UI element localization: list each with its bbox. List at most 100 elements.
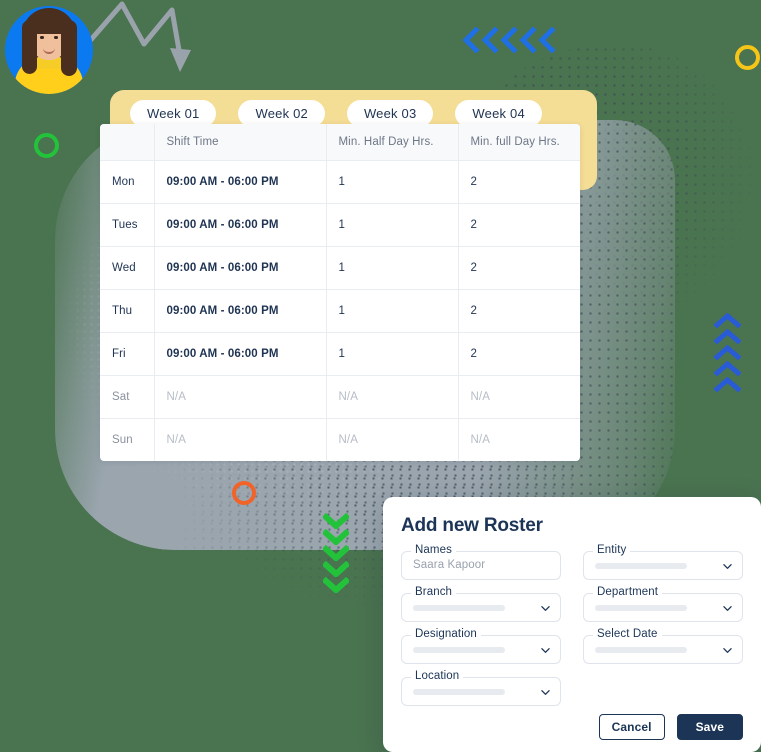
panel-actions: Cancel Save: [598, 714, 743, 740]
table-row[interactable]: Fri 09:00 AM - 06:00 PM 1 2: [100, 332, 580, 376]
chevron-down-icon: [323, 529, 349, 545]
avatar: [5, 6, 93, 94]
designation-label: Designation: [411, 628, 481, 640]
chevron-down-icon: [541, 606, 550, 611]
cell-day: Sat: [100, 375, 155, 419]
designation-placeholder-bar: [413, 647, 505, 653]
cell-shift: N/A: [154, 375, 327, 419]
names-value: Saara Kapoor: [413, 559, 486, 571]
chevron-left-icon: [500, 27, 518, 53]
table-header-row: Shift Time Min. Half Day Hrs. Min. full …: [100, 124, 580, 161]
names-label: Names: [411, 544, 456, 556]
yellow-circle-marker: [735, 45, 760, 70]
orange-circle-marker: [232, 481, 256, 505]
cell-half: 1: [326, 203, 459, 247]
avatar-eye-right: [54, 36, 58, 39]
table-row[interactable]: Wed 09:00 AM - 06:00 PM 1 2: [100, 246, 580, 290]
cancel-button[interactable]: Cancel: [598, 714, 665, 740]
page-title: Add new Roster: [401, 515, 543, 536]
cell-full: 2: [458, 289, 580, 333]
chevron-up-icon: [714, 329, 741, 344]
cell-full: 2: [458, 160, 580, 204]
avatar-hair-left: [22, 20, 37, 74]
tab-week-01[interactable]: Week 01: [130, 100, 217, 127]
save-button[interactable]: Save: [676, 714, 743, 740]
department-select[interactable]: Department: [583, 586, 743, 622]
zigzag-arrow-icon: [80, 1, 191, 72]
entity-placeholder-bar: [595, 563, 687, 569]
chevron-up-icon: [714, 313, 741, 328]
cell-full: N/A: [470, 434, 490, 446]
department-placeholder-bar: [595, 605, 687, 611]
cell-shift: 09:00 AM - 06:00 PM: [154, 332, 327, 376]
cell-full: 2: [458, 332, 580, 376]
chevron-down-icon: [723, 564, 732, 569]
chevron-left-icon: [538, 27, 556, 53]
canvas: Week 01 Week 02 Week 03 Week 04 Shift Ti…: [0, 0, 761, 752]
cell-half: 1: [326, 289, 459, 333]
roster-table: Shift Time Min. Half Day Hrs. Min. full …: [100, 124, 580, 461]
chevron-left-icon: [462, 27, 480, 53]
select-date-label: Select Date: [593, 628, 662, 640]
names-field[interactable]: Names Saara Kapoor: [401, 544, 561, 580]
branch-label: Branch: [411, 586, 457, 598]
entity-select[interactable]: Entity: [583, 544, 743, 580]
entity-label: Entity: [593, 544, 631, 556]
cell-day: Mon: [100, 160, 155, 204]
cell-day: Tues: [100, 203, 155, 247]
avatar-circle: [5, 6, 93, 94]
chevron-up-icon: [714, 361, 741, 376]
cell-day: Wed: [100, 246, 155, 290]
cell-shift: 09:00 AM - 06:00 PM: [154, 246, 327, 290]
department-label: Department: [593, 586, 663, 598]
table-row[interactable]: Tues 09:00 AM - 06:00 PM 1 2: [100, 203, 580, 247]
cell-day: Sun: [100, 418, 155, 461]
table-row[interactable]: Sat N/A N/A N/A: [100, 375, 580, 419]
cell-half: 1: [326, 160, 459, 204]
cell-half: 1: [326, 246, 459, 290]
cell-shift: 09:00 AM - 06:00 PM: [154, 289, 327, 333]
cell-day: Fri: [100, 332, 155, 376]
designation-select[interactable]: Designation: [401, 628, 561, 664]
chevron-down-icon: [323, 577, 349, 593]
chevron-up-group: [714, 313, 741, 392]
tab-week-02[interactable]: Week 02: [238, 100, 325, 127]
chevron-down-icon: [323, 545, 349, 561]
cell-full: N/A: [458, 375, 580, 419]
column-header-shift-time: Shift Time: [154, 124, 327, 161]
cell-full: 2: [458, 246, 580, 290]
branch-select[interactable]: Branch: [401, 586, 561, 622]
table-row[interactable]: Mon 09:00 AM - 06:00 PM 1 2: [100, 160, 580, 204]
location-label: Location: [411, 670, 464, 682]
chevron-left-icon: [519, 27, 537, 53]
chevron-down-icon: [541, 648, 550, 653]
location-placeholder-bar: [413, 689, 505, 695]
cell-shift: N/A: [154, 418, 327, 461]
cell-shift: 09:00 AM - 06:00 PM: [154, 203, 327, 247]
chevron-down-icon: [541, 690, 550, 695]
select-date-field[interactable]: Select Date: [583, 628, 743, 664]
column-header-day: [100, 124, 155, 161]
tab-week-03[interactable]: Week 03: [346, 100, 434, 127]
select-date-placeholder-bar: [595, 647, 687, 653]
chevron-down-icon: [723, 648, 732, 653]
cell-half: 1: [326, 332, 459, 376]
table-row[interactable]: Sun N/A N/A N/A: [100, 418, 580, 461]
chevron-down-icon: [723, 606, 732, 611]
add-new-roster-panel: Add new Roster Names Saara Kapoor Entity…: [383, 497, 761, 752]
green-circle-marker: [34, 133, 59, 158]
branch-placeholder-bar: [413, 605, 505, 611]
chevron-up-icon: [714, 345, 741, 360]
chevron-left-icon: [481, 27, 499, 53]
avatar-hair-right: [61, 20, 77, 76]
cell-half: N/A: [326, 418, 459, 461]
location-select[interactable]: Location: [401, 670, 561, 706]
roster-table-card: Shift Time Min. Half Day Hrs. Min. full …: [100, 124, 580, 461]
cell-full: 2: [458, 203, 580, 247]
column-header-full-day: Min. full Day Hrs.: [458, 124, 580, 161]
table-row[interactable]: Thu 09:00 AM - 06:00 PM 1 2: [100, 289, 580, 333]
chevron-up-icon: [714, 377, 741, 392]
chevron-left-group: [462, 27, 556, 53]
roster-fields-grid: Names Saara Kapoor Entity Branch Departm…: [401, 544, 743, 706]
tab-week-04[interactable]: Week 04: [455, 100, 542, 127]
